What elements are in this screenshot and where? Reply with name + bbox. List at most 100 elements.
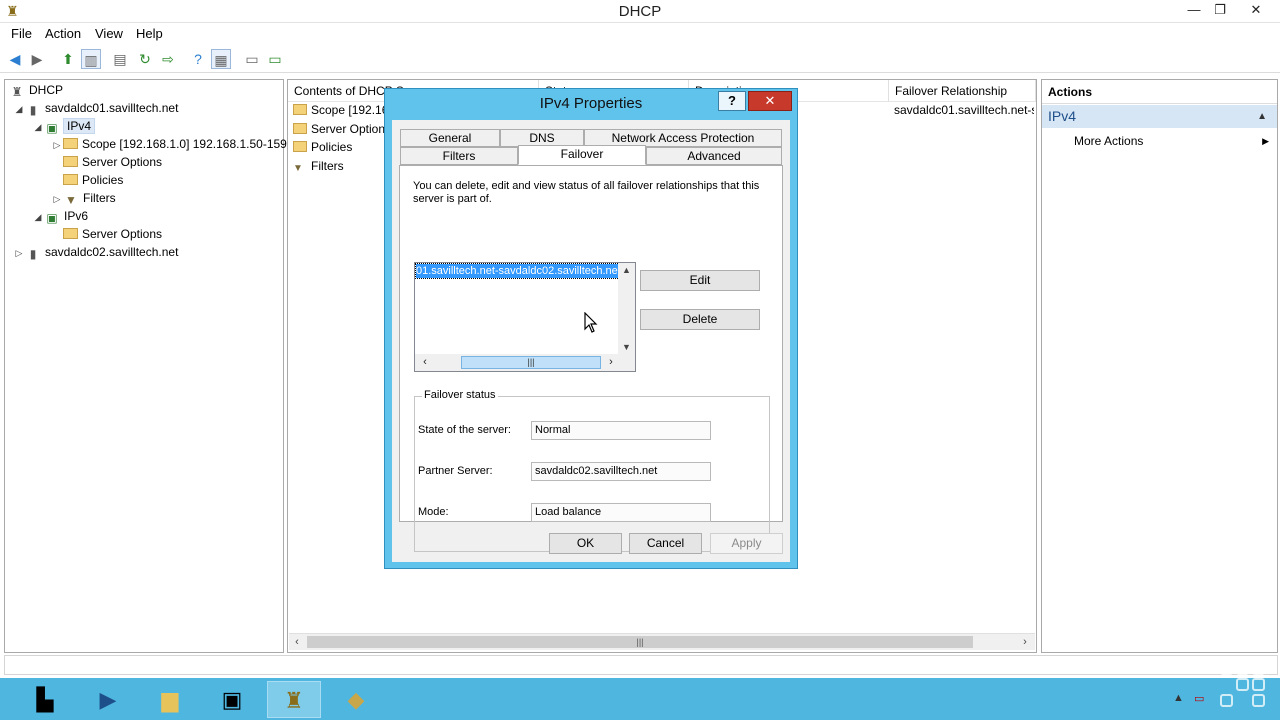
tree-node-policies[interactable]: Policies [63,171,123,189]
expand-icon[interactable]: ▷ [51,136,63,154]
partner-server-label: Partner Server: [418,465,493,477]
network-icon[interactable]: ▭ [1194,692,1204,705]
watermark-tile-icon [1236,662,1249,675]
menu-file[interactable]: File [11,26,32,41]
collapse-icon[interactable]: ◢ [32,118,44,136]
export-list-icon[interactable]: ⇨ [158,49,178,69]
dialog-close-button[interactable]: ✕ [748,91,792,111]
list-horizontal-scrollbar[interactable]: ‹ ||| › [415,354,635,371]
mouse-pointer-icon [584,312,598,333]
state-label: State of the server: [418,424,511,436]
tree-node-label: Server Options [82,227,163,241]
close-window-button[interactable]: ✕ [1236,0,1276,20]
collapse-icon[interactable]: ◢ [32,208,44,226]
folder-icon [63,228,78,239]
help-icon[interactable]: ? [188,49,208,69]
up-folder-icon[interactable]: ⬆ [58,49,78,69]
server-tools-icon[interactable]: ▣ [205,681,259,718]
tab-general[interactable]: General [400,129,500,147]
relationship-list-item[interactable]: 01.savilltech.net-savdaldc02.savilltech.… [415,263,620,279]
forward-arrow-icon[interactable]: ▶ [27,49,47,69]
watermark-tile-icon [1220,662,1233,675]
list-item[interactable]: Policies [293,138,352,156]
dhcp-taskbar-icon[interactable]: ♜ [267,681,321,718]
group-label: Failover status [422,389,498,401]
minimize-button[interactable]: — [1180,0,1208,20]
scrollbar-thumb[interactable]: ||| [461,356,601,369]
apply-button[interactable]: Apply [710,533,783,554]
menu-bar: File Action View Help [0,23,1280,44]
menu-view[interactable]: View [95,26,123,41]
expand-icon[interactable]: ▷ [51,190,63,208]
dialog-help-button[interactable]: ? [718,91,746,111]
scroll-down-icon[interactable]: ▼ [618,342,635,352]
watermark-tile-icon [1252,678,1265,691]
ok-button[interactable]: OK [549,533,622,554]
tab-advanced[interactable]: Advanced [646,147,782,165]
tree-node-label: IPv4 [62,118,96,134]
scrollbar-thumb[interactable]: ||| [307,636,973,648]
server-icon: ▮ [29,103,37,117]
menu-action[interactable]: Action [45,26,81,41]
tree-node-filters[interactable]: ▷ ▼ Filters [51,189,116,207]
scroll-up-icon[interactable]: ▲ [618,265,635,275]
tray-arrow-icon[interactable]: ▲ [1173,692,1184,704]
list-vertical-scrollbar[interactable]: ▲ ▼ [618,263,635,354]
show-hide-tree-icon[interactable]: ▥ [81,49,101,69]
tree-node-ipv6[interactable]: ◢ ▣ IPv6 [32,207,88,225]
tree-node-server1[interactable]: ◢ ▮ savdaldc01.savilltech.net [13,99,179,118]
tree-node-server2[interactable]: ▷ ▮ savdaldc02.savilltech.net [13,243,179,262]
server-manager-icon[interactable]: ▙ [18,681,72,718]
monitor-icon[interactable]: ▭ [242,49,262,69]
connect-icon[interactable]: ▭ [265,49,285,69]
actions-pane: Actions IPv4 ▲ More Actions ▶ [1041,79,1278,653]
scroll-left-icon[interactable]: ‹ [289,634,305,650]
tree-node-server-options[interactable]: Server Options [63,153,162,171]
file-explorer-icon[interactable]: ▆ [143,681,197,718]
ipv4-icon: ▣ [46,121,58,135]
partner-server-field: savdaldc02.savilltech.net [531,462,711,481]
more-actions-item[interactable]: More Actions [1074,132,1143,150]
powershell-icon[interactable]: ▶ [81,681,135,718]
tree-node-dhcp[interactable]: ♜ DHCP [9,81,63,99]
edit-button[interactable]: Edit [640,270,760,291]
back-arrow-icon[interactable]: ◀ [5,49,25,69]
action-pane-icon[interactable]: ▦ [211,49,231,69]
folder-tool-icon[interactable]: ◆ [329,681,383,718]
cancel-button[interactable]: Cancel [629,533,702,554]
mode-field: Load balance [531,503,711,522]
filter-icon: ▼ [65,193,77,207]
column-header-failover[interactable]: Failover Relationship [889,80,1036,102]
window-titlebar: ♜ DHCP — ❐ ✕ [0,0,1280,23]
delete-button[interactable]: Delete [640,309,760,330]
watermark-tile-icon [1252,694,1265,707]
tab-failover[interactable]: Failover [518,145,646,165]
tree-node-ipv4[interactable]: ◢ ▣ IPv4 [32,117,96,136]
results-horizontal-scrollbar[interactable]: ‹ ||| › [289,633,1035,650]
failover-relationship-list[interactable]: 01.savilltech.net-savdaldc02.savilltech.… [414,262,636,372]
properties-icon[interactable]: ▤ [110,49,130,69]
collapse-caret-icon[interactable]: ▲ [1257,105,1267,128]
menu-help[interactable]: Help [136,26,163,41]
restore-button[interactable]: ❐ [1206,0,1234,20]
list-item[interactable]: Scope [192.168 [293,101,395,119]
scroll-left-icon[interactable]: ‹ [417,354,433,371]
scroll-right-icon[interactable]: › [1017,634,1033,650]
expand-icon[interactable]: ▷ [13,244,25,262]
folder-icon [293,123,307,134]
actions-section-ipv4[interactable]: IPv4 ▲ [1042,105,1277,128]
tree-node-ipv6-server-options[interactable]: Server Options [63,225,162,243]
filter-icon: ▼ [293,163,303,174]
toolbar: ◀ ▶ ⬆ ▥ ▤ ↻ ⇨ ? ▦ ▭ ▭ [0,45,1280,73]
refresh-icon[interactable]: ↻ [135,49,155,69]
list-item[interactable]: ▼ Filters [293,157,344,175]
server-icon: ▮ [29,247,37,261]
tree-node-label: Policies [82,173,124,187]
collapse-icon[interactable]: ◢ [13,100,25,118]
tab-filters[interactable]: Filters [400,147,518,165]
state-field: Normal [531,421,711,440]
tree-node-scope[interactable]: ▷ Scope [192.168.1.0] 192.168.1.50-159 [51,135,287,153]
scroll-right-icon[interactable]: › [603,354,619,371]
submenu-arrow-icon: ▶ [1262,136,1269,146]
list-item[interactable]: Server Options [293,120,391,138]
